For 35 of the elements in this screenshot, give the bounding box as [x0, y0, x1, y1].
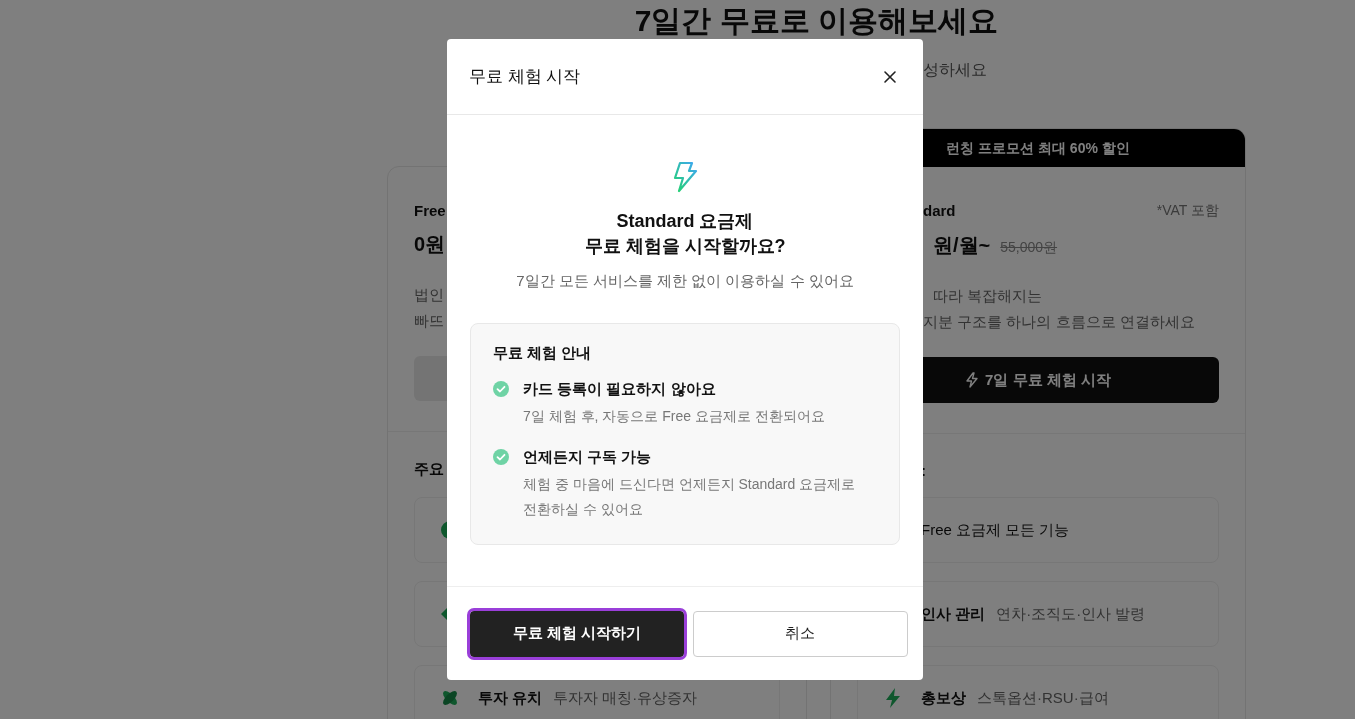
plan-name: dard: [923, 202, 956, 220]
feature-title: 인사 관리: [921, 604, 986, 624]
plan-description: 법인: [414, 285, 444, 305]
feature-title: 투자 유치: [478, 688, 543, 708]
feature-description: 투자자 매칭·유상증자: [553, 688, 698, 708]
modal-title: 무료 체험 시작: [469, 66, 581, 88]
plan-description: 따라 복잡해지는: [932, 286, 1044, 306]
plan-name: Free: [414, 202, 446, 219]
cancel-button[interactable]: 취소: [692, 610, 908, 657]
modal-subtitle: 7일간 모든 서비스를 제한 없이 이용하실 수 있어요: [516, 272, 854, 291]
close-icon: [883, 69, 897, 84]
check-icon: [493, 449, 509, 465]
start-trial-button[interactable]: 무료 체험 시작하기: [470, 610, 684, 657]
feature-description: 스톡옵션·RSU·급여: [977, 688, 1109, 708]
plan-price: 원/월~: [933, 233, 991, 258]
info-item-title: 카드 등록이 필요하지 않아요: [523, 379, 717, 399]
bolt-icon: [965, 372, 980, 388]
info-title: 무료 체험 안내: [493, 344, 593, 363]
feature-description: 연차·조직도·인사 발령: [996, 604, 1146, 624]
page-subtitle: 성하세요: [923, 61, 987, 78]
vat-note: *VAT 포함: [1156, 202, 1219, 220]
original-price: 55,000원: [1000, 239, 1058, 257]
info-item-description: 체험 중 마음에 드신다면 언제든지 Standard 요금제로 전환하실 수 있어요: [523, 475, 857, 519]
feature-title: 총보상: [921, 688, 966, 708]
features-heading: 주요: [414, 460, 444, 479]
info-item-description: 7일 체험 후, 자동으로 Free 요금제로 전환되어요: [523, 407, 825, 426]
info-item-title: 언제든지 구독 가능: [523, 447, 653, 467]
lightning-icon: [671, 161, 699, 193]
plan-description: 빠뜨: [414, 311, 444, 331]
plan-price: 0원: [414, 232, 446, 257]
check-icon: [493, 381, 509, 397]
modal-heading: 무료 체험을 시작할까요?: [584, 235, 786, 258]
page-title: 7일간 무료로 이용해보세요: [633, 3, 1000, 39]
plan-description: 지분 구조를 하나의 흐름으로 연결하세요: [922, 312, 1196, 332]
modal-heading: Standard 요금제: [615, 210, 755, 233]
